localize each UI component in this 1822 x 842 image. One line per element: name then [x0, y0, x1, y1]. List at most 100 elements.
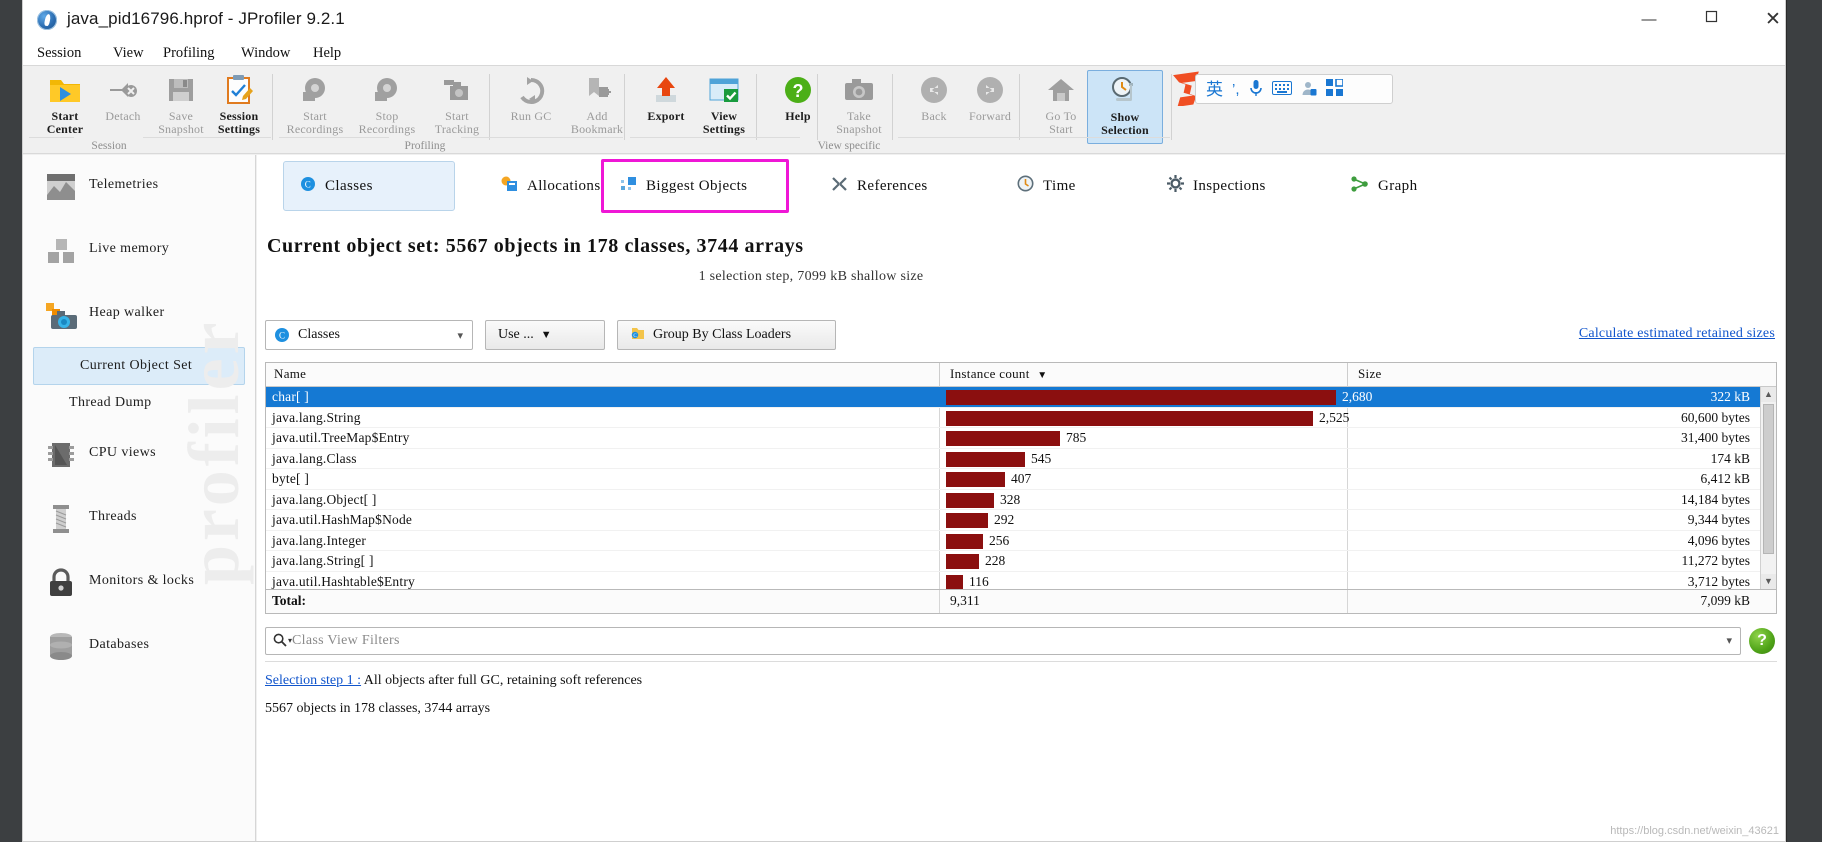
aggregation-select[interactable]: C Classes ▾: [265, 320, 473, 350]
chevron-down-icon[interactable]: ▾: [1726, 634, 1732, 647]
svg-text:C: C: [305, 179, 311, 189]
page-title: Current object set: 5567 objects in 178 …: [267, 235, 804, 257]
cell-class-name: char[ ]: [272, 389, 309, 404]
table-row[interactable]: byte[ ] 407 6,412 kB: [266, 469, 1776, 490]
cell-instance-count: 2,525: [1319, 409, 1350, 425]
grid-icon[interactable]: [1325, 78, 1344, 99]
table-row[interactable]: java.util.TreeMap$Entry 785 31,400 bytes: [266, 428, 1776, 449]
search-icon[interactable]: ▾: [273, 633, 292, 647]
classes-c-icon: C: [274, 327, 290, 343]
toolbar-show-selection[interactable]: Show Selection: [1087, 70, 1163, 144]
left-sidebar: Telemetries Live memory Heap walker Curr…: [23, 155, 256, 841]
menu-help[interactable]: Help: [307, 42, 347, 64]
sidebar-item-telemetries[interactable]: Telemetries: [23, 155, 255, 219]
toolbar-start-recordings: Start Recordings: [279, 70, 351, 144]
toolbar-show-selection-l1: Show: [1110, 110, 1140, 124]
toolbar-group-line: [279, 137, 389, 138]
table-row[interactable]: java.lang.Integer 256 4,096 bytes: [266, 531, 1776, 551]
calculate-retained-sizes-link[interactable]: Calculate estimated retained sizes: [1579, 326, 1775, 342]
total-size: 7,099 kB: [1700, 593, 1750, 608]
filter-help-button[interactable]: ?: [1749, 628, 1775, 654]
cell-instance-count: 292: [994, 512, 1015, 527]
tab-allocations[interactable]: Allocations: [485, 161, 617, 211]
table-row[interactable]: java.lang.String[ ] 228 11,272 bytes: [266, 551, 1776, 572]
menu-view[interactable]: View: [107, 42, 150, 64]
clipboard-pencil-icon: [203, 70, 275, 110]
minimize-button[interactable]: —: [1621, 0, 1677, 40]
scroll-up-arrow-icon[interactable]: ▲: [1761, 387, 1776, 402]
toolbar-take-snapshot-l1: Take: [847, 109, 871, 123]
toolbar-session-settings[interactable]: Session Settings: [203, 70, 275, 144]
menu-profiling[interactable]: Profiling: [157, 42, 221, 64]
table-row[interactable]: char[ ] 2,680 322 kB: [266, 387, 1776, 408]
tab-biggest-objects[interactable]: Biggest Objects: [601, 159, 789, 213]
heap-walker-camera-icon: [43, 297, 79, 333]
toolbar-separator-6: [892, 74, 893, 140]
table-row[interactable]: java.util.Hashtable$Entry 116 3,712 bytes: [266, 572, 1776, 589]
toolbar-stop-recordings-l1: Stop: [375, 109, 399, 123]
menu-window[interactable]: Window: [235, 42, 296, 64]
toolbar-view-settings[interactable]: View Settings: [688, 70, 760, 144]
toolbar-view-settings-l2: Settings: [702, 122, 746, 136]
toolbar-group-line: [898, 137, 1170, 138]
biggest-objects-icon: [620, 176, 637, 197]
tab-classes[interactable]: C Classes: [283, 161, 455, 211]
column-divider-1[interactable]: [939, 363, 940, 387]
keyboard-icon[interactable]: [1271, 80, 1292, 98]
table-row[interactable]: java.lang.Class 545 174 kB: [266, 449, 1776, 469]
sidebar-label-databases: Databases: [89, 637, 150, 652]
table-row[interactable]: java.lang.Object[ ] 328 14,184 bytes: [266, 490, 1776, 510]
close-button[interactable]: ✕: [1745, 0, 1785, 40]
menu-session[interactable]: Session: [31, 42, 87, 64]
microphone-icon[interactable]: [1249, 79, 1263, 100]
tab-inspections[interactable]: Inspections: [1151, 161, 1282, 211]
toolbar-start-recordings-l1: Start: [303, 109, 327, 123]
main-toolbar: Start Center Detach Save Snapshot Sessio…: [23, 66, 1785, 154]
column-header-instance-count[interactable]: Instance count ▼: [950, 366, 1047, 382]
sidebar-item-databases[interactable]: Databases: [23, 615, 255, 679]
column-header-name[interactable]: Name: [274, 366, 306, 382]
tab-graph[interactable]: Graph: [1335, 161, 1434, 211]
user-icon[interactable]: [1301, 80, 1317, 99]
cell-class-name: java.lang.Object[ ]: [272, 491, 377, 507]
instance-count-bar: [946, 431, 1060, 446]
telemetries-chart-icon: [43, 169, 79, 205]
cell-size: 9,344 bytes: [1687, 512, 1750, 527]
cell-class-name: java.util.HashMap$Node: [272, 512, 413, 527]
toolbar-separator-2: [489, 74, 490, 140]
scroll-down-arrow-icon[interactable]: ▼: [1761, 574, 1776, 589]
sidebar-label-live-memory: Live memory: [89, 241, 170, 256]
toolbar-help-l1: Help: [785, 109, 811, 123]
table-scrollbar[interactable]: ▲ ▼: [1760, 387, 1776, 589]
selection-step-link[interactable]: Selection step 1 :: [265, 673, 361, 688]
use-button[interactable]: Use ... ▼: [485, 320, 605, 350]
table-header: Name Instance count ▼ Size: [266, 363, 1776, 387]
scrollbar-thumb[interactable]: [1763, 404, 1774, 554]
table-row[interactable]: java.lang.String 2,525 60,600 bytes: [266, 408, 1776, 428]
group-by-class-loaders-button[interactable]: C Group By Class Loaders: [617, 320, 836, 350]
total-instance-count: 9,311: [950, 593, 980, 608]
class-view-filter-input[interactable]: ▾ Class View Filters ▾: [265, 627, 1741, 655]
column-header-size[interactable]: Size: [1358, 366, 1382, 382]
maximize-button[interactable]: [1683, 0, 1739, 40]
tab-label-references: References: [857, 177, 928, 194]
toolbar-save-snapshot-l1: Save: [168, 109, 194, 123]
tab-time[interactable]: Time: [1001, 161, 1092, 211]
ime-punctuation-toggle[interactable]: ’,: [1232, 82, 1240, 97]
toolbar-start-tracking-l1: Start: [445, 109, 469, 123]
instance-count-bar: [946, 513, 988, 528]
column-divider-2[interactable]: [1347, 363, 1348, 387]
tab-label-allocations: Allocations: [527, 177, 601, 194]
classloader-icon: C: [630, 325, 646, 346]
toolbar-go-to-start-l2: Start: [1049, 122, 1073, 136]
sidebar-watermark-text: profiler: [174, 318, 254, 585]
camera-track-icon: [421, 70, 493, 110]
table-row[interactable]: java.util.HashMap$Node 292 9,344 bytes: [266, 510, 1776, 531]
instance-count-bar: [946, 390, 1336, 405]
total-vline-1: [939, 590, 940, 613]
tab-references[interactable]: References: [815, 161, 944, 211]
cell-class-name: java.lang.String: [272, 409, 361, 425]
sidebar-item-live-memory[interactable]: Live memory: [23, 219, 255, 283]
ime-mode-label[interactable]: 英: [1206, 81, 1223, 98]
toolbar-separator-3: [624, 74, 625, 140]
